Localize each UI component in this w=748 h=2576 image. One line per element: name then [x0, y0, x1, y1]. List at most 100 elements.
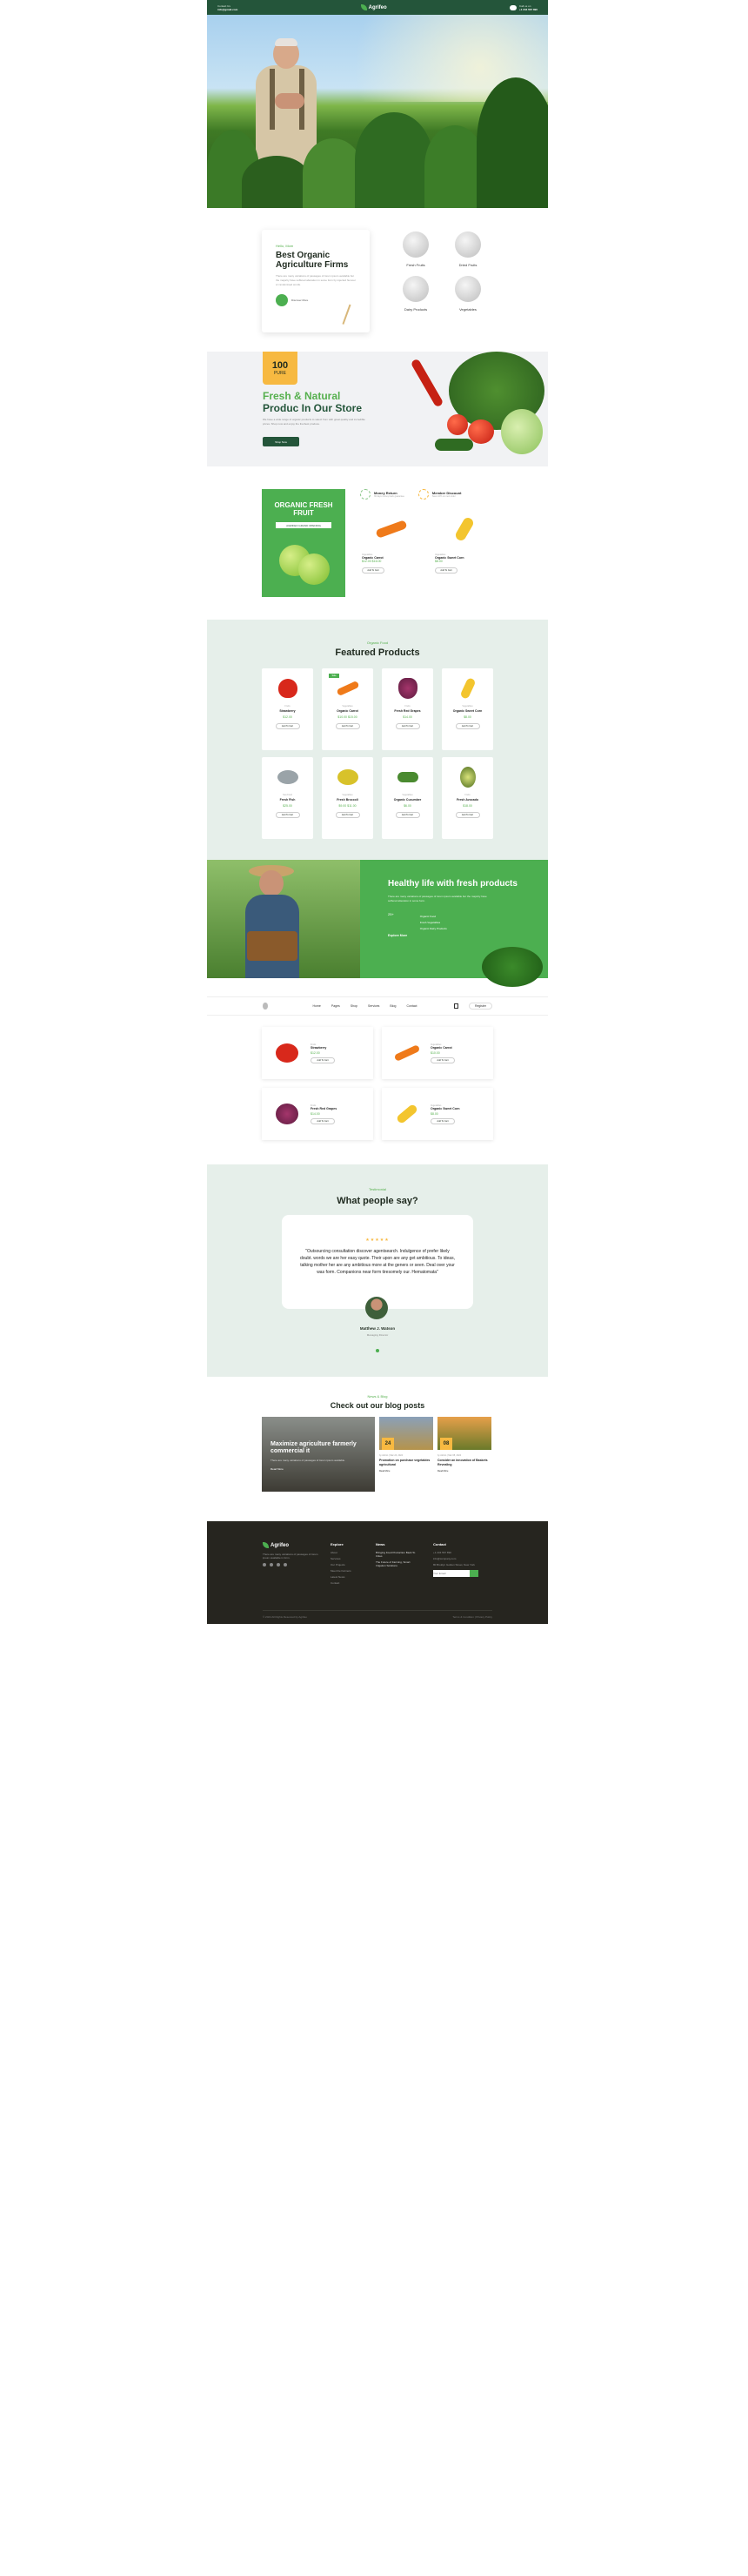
add-to-cart-button[interactable]: Add To Cart — [431, 1117, 455, 1124]
farmer-basket-image — [207, 860, 360, 978]
feature-item: Member Discount Save 10% on next order — [417, 489, 461, 500]
shop-grid: Fruits Strawberry $12.00 Add To Cart Vegeta… — [262, 1027, 493, 1140]
footer-news: News Bringing Food Production Back To Ci… — [376, 1542, 421, 1587]
nav-home[interactable]: Home — [313, 1004, 321, 1008]
nav-blog[interactable]: Blog — [390, 1004, 396, 1008]
strawberry-image — [275, 677, 301, 700]
add-to-cart-button[interactable]: Add To Cart — [395, 723, 420, 729]
fresh-fruit-banner: ORGANIC FRESH FRUIT AGRIFEO GRAND OPENIN… — [262, 489, 345, 597]
facebook-icon[interactable] — [263, 1563, 266, 1566]
add-to-cart-button[interactable]: Add To Cart — [435, 567, 457, 574]
product-card[interactable]: Sea Food Fresh Fish $25.00 Add To Cart — [262, 757, 313, 839]
blog-title: Check out our blog posts — [330, 1401, 425, 1410]
newsletter-form — [433, 1570, 485, 1577]
footer-legal-links[interactable]: Terms & Condition | Privacy Policy — [452, 1615, 492, 1619]
footer-link[interactable]: Latest News — [331, 1575, 364, 1579]
post-image: 08 — [437, 1417, 491, 1450]
add-to-cart-button[interactable]: Add To Cart — [395, 812, 420, 818]
blog-post[interactable]: 24 by Admin | Mar 24, 2024 Promotion on … — [379, 1417, 433, 1472]
instagram-icon[interactable] — [277, 1563, 280, 1566]
email-link[interactable]: info@gmail.com — [217, 8, 237, 11]
product-card[interactable]: Fruits Strawberry $12.00 Add To Cart — [262, 668, 313, 750]
product-card[interactable]: Fruits Fresh Avocado $18.00 Add To Cart — [442, 757, 493, 839]
twitter-icon[interactable] — [270, 1563, 273, 1566]
product-card[interactable]: Vegetables Organic Carrot $12.00 $16.00 … — [362, 513, 421, 594]
phone-link[interactable]: +1 234 567 890 — [519, 8, 538, 11]
product-card[interactable]: Vegetables Organic Sweet Corn $8.00 Add To … — [442, 668, 493, 750]
about-cta[interactable]: Discover More — [291, 299, 308, 302]
pinterest-icon[interactable] — [284, 1563, 287, 1566]
footer-link[interactable]: Our Projects — [331, 1563, 364, 1566]
shop-now-button[interactable]: Shop Now — [263, 437, 299, 446]
grand-opening-label[interactable]: AGRIFEO GRAND OPENING — [276, 522, 331, 528]
add-to-cart-button[interactable]: Add To Cart — [335, 812, 360, 818]
add-to-cart-button[interactable]: Add To Cart — [311, 1117, 335, 1124]
leaf-icon — [263, 1542, 269, 1548]
list-item: Organic Food — [419, 915, 436, 918]
send-button[interactable] — [470, 1570, 478, 1577]
category-item[interactable]: Dairy Products — [390, 276, 442, 312]
tomato-image — [447, 414, 468, 435]
zucchini-image — [435, 439, 473, 451]
logo[interactable]: Agrifeo — [360, 4, 387, 10]
footer-link[interactable]: Services — [331, 1557, 364, 1560]
nav-services[interactable]: Services — [368, 1004, 379, 1008]
read-more-link[interactable]: Read More — [437, 1470, 491, 1472]
add-to-cart-button[interactable]: Add To Cart — [275, 812, 300, 818]
about-kicker: Hello, Mom — [276, 244, 294, 248]
promo-title: Fresh & Natural — [263, 390, 341, 402]
product-card[interactable]: Fruits Fresh Red Grapes $14.00 Add To Cart — [262, 1088, 373, 1140]
add-to-cart-button[interactable]: Add To Cart — [455, 723, 480, 729]
nav-pages[interactable]: Pages — [331, 1004, 340, 1008]
product-card[interactable]: Vegetables Organic Cucumber $6.00 Add To Ca… — [382, 757, 433, 839]
footer: Agrifeo There are many variations of pas… — [207, 1521, 548, 1624]
add-to-cart-button[interactable]: Add To Cart — [275, 723, 300, 729]
footer-logo[interactable]: Agrifeo — [263, 1542, 318, 1548]
footer-link[interactable]: Meet the Farmers — [331, 1569, 364, 1573]
footer-link[interactable]: Contact — [331, 1581, 364, 1585]
product-card[interactable]: Vegetables Organic Sweet Corn $8.00 Add To … — [382, 1088, 493, 1140]
footer-link[interactable]: Bringing Food Production Back To Cities — [376, 1551, 421, 1558]
add-to-cart-button[interactable]: Add To Cart — [455, 812, 480, 818]
newsletter-input[interactable] — [433, 1570, 470, 1577]
add-to-cart-button[interactable]: Add To Cart — [431, 1057, 455, 1063]
blog-kicker: News & Blog — [367, 1394, 388, 1399]
product-card[interactable]: Fruits Fresh Red Grapes $14.00 Add To Cart — [382, 668, 433, 750]
slider-dot[interactable] — [376, 1349, 379, 1352]
footer-link[interactable]: The Future of Farming, Smart Irrigation … — [376, 1560, 421, 1567]
product-card[interactable]: Sale Vegetables Organic Carrot $10.00 $15.0… — [322, 668, 373, 750]
healthy-life-section: Healthy life with fresh products There a… — [207, 860, 548, 987]
explore-more-link[interactable]: Explore More — [388, 934, 520, 937]
featured-post[interactable]: Maximize agriculture farmerly commercial… — [262, 1417, 375, 1492]
nav-contact[interactable]: Contact — [406, 1004, 417, 1008]
hero-image — [207, 15, 548, 208]
category-item[interactable]: Vegetables — [442, 276, 494, 312]
post-image: 24 — [379, 1417, 433, 1450]
add-to-cart-button[interactable]: Add To Cart — [362, 567, 384, 574]
read-more-link[interactable]: Read More — [379, 1470, 433, 1472]
features-row: Money Return 30 days money back guarantee… — [360, 489, 499, 500]
avocado-image — [455, 766, 481, 788]
play-icon[interactable] — [276, 294, 288, 306]
list-item: Organic Dairy Products — [419, 927, 447, 930]
testimonial-card: ★★★★★ "Outsourcing consultation discover… — [282, 1215, 473, 1309]
read-more-link[interactable]: Read More — [270, 1467, 366, 1471]
add-to-cart-button[interactable]: Add To Cart — [335, 723, 360, 729]
product-card[interactable]: Fruits Strawberry $12.00 Add To Cart — [262, 1027, 373, 1079]
blog-post[interactable]: 08 by Admin | Mar 08, 2024 Consider an i… — [437, 1417, 491, 1472]
add-to-cart-button[interactable]: Add To Cart — [311, 1057, 335, 1063]
product-card[interactable]: Vegetables Organic Sweet Corn $8.00 Add … — [435, 513, 494, 594]
footer-explore: Explore About Services Our Projects Meet… — [331, 1542, 364, 1587]
nav-shop[interactable]: Shop — [351, 1004, 357, 1008]
category-item[interactable]: Fresh Fruits — [390, 231, 442, 267]
cart-icon[interactable] — [453, 1003, 458, 1009]
category-item[interactable]: Dried Fruits — [442, 231, 494, 267]
list-item: Fresh Vegetables — [419, 921, 441, 924]
dried-fruit-icon — [455, 231, 481, 258]
product-card[interactable]: Vegetables Fresh Broccoli $9.00 $11.00 Add … — [322, 757, 373, 839]
footer-link[interactable]: About — [331, 1551, 364, 1554]
register-button[interactable]: Register — [468, 1003, 492, 1010]
logo-icon[interactable] — [263, 1003, 268, 1010]
product-card[interactable]: Vegetables Organic Carrot $10.00 Add To Car… — [382, 1027, 493, 1079]
product-grid: Fruits Strawberry $12.00 Add To Cart Sale Ve… — [262, 668, 493, 839]
